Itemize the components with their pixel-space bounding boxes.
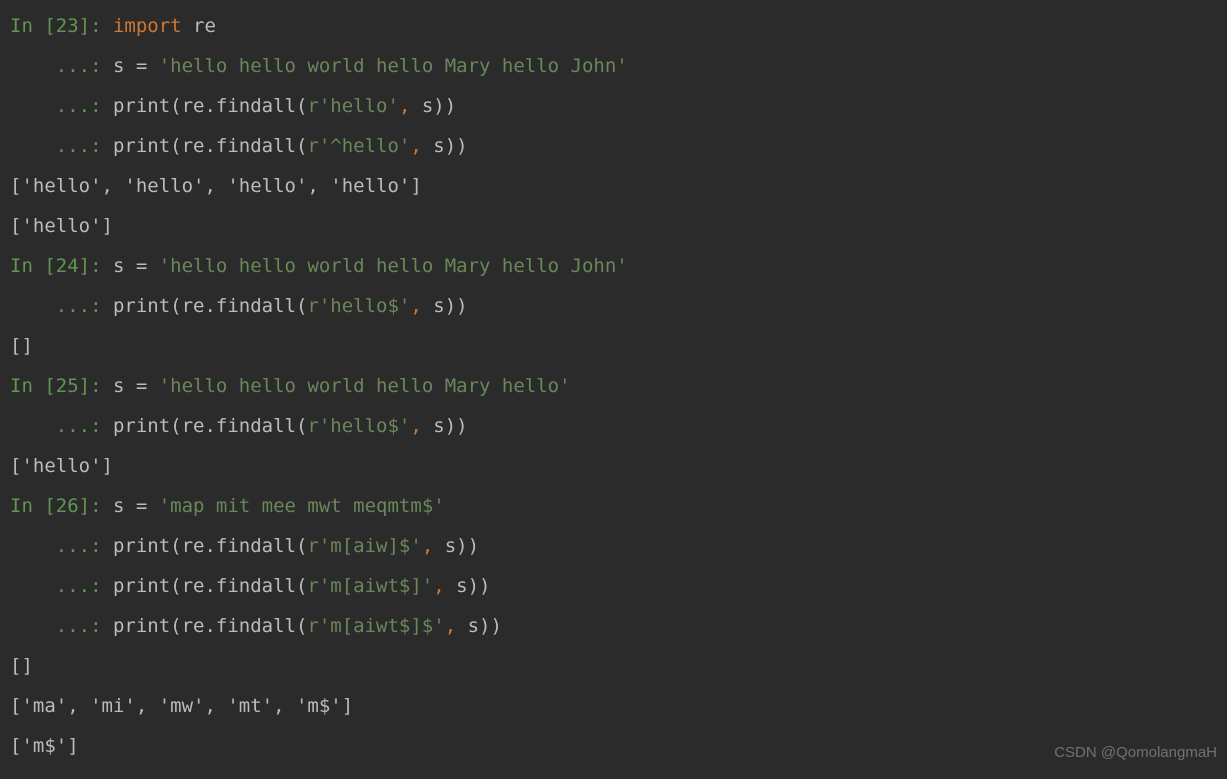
code-token: print(re.findall( xyxy=(113,95,307,117)
input-prompt: In [25]: xyxy=(10,375,113,397)
code-line: ...: print(re.findall(r'm[aiw]$', s)) xyxy=(10,526,1217,566)
code-token: print(re.findall( xyxy=(113,295,307,317)
continuation-prompt: ...: xyxy=(10,135,113,157)
code-token: , xyxy=(410,415,433,437)
continuation-prompt: ...: xyxy=(10,615,113,637)
input-prompt: In [26]: xyxy=(10,495,113,517)
output-line: ['ma', 'mi', 'mw', 'mt', 'm$'] xyxy=(10,686,1217,726)
code-line: In [23]: import re xyxy=(10,6,1217,46)
code-token: s)) xyxy=(468,615,502,637)
code-line: In [26]: s = 'map mit mee mwt meqmtm$' xyxy=(10,486,1217,526)
code-token: s)) xyxy=(422,95,456,117)
output-line: ['hello'] xyxy=(10,206,1217,246)
code-line: ...: print(re.findall(r'm[aiwt$]', s)) xyxy=(10,566,1217,606)
code-token: r'm[aiw]$' xyxy=(307,535,421,557)
output-line: [] xyxy=(10,326,1217,366)
code-token: 'map mit mee mwt meqmtm$' xyxy=(159,495,445,517)
code-token: , xyxy=(422,535,445,557)
code-token: s)) xyxy=(433,295,467,317)
input-prompt: In [23]: xyxy=(10,15,113,37)
code-token: s = xyxy=(113,375,159,397)
code-token: r'm[aiwt$]$' xyxy=(307,615,444,637)
code-token: r'm[aiwt$]' xyxy=(307,575,433,597)
code-token: print(re.findall( xyxy=(113,575,307,597)
code-token: s)) xyxy=(433,135,467,157)
ipython-terminal: In [23]: import re ...: s = 'hello hello… xyxy=(0,0,1227,776)
input-prompt: In [24]: xyxy=(10,255,113,277)
code-line: ...: s = 'hello hello world hello Mary h… xyxy=(10,46,1217,86)
code-line: In [24]: s = 'hello hello world hello Ma… xyxy=(10,246,1217,286)
code-token: s = xyxy=(113,55,159,77)
code-token: r'^hello' xyxy=(307,135,410,157)
output-line: [] xyxy=(10,646,1217,686)
code-token: r'hello$' xyxy=(307,415,410,437)
code-token: s)) xyxy=(445,535,479,557)
code-token: print(re.findall( xyxy=(113,615,307,637)
code-token: print(re.findall( xyxy=(113,135,307,157)
code-token: re xyxy=(182,15,216,37)
code-token: print(re.findall( xyxy=(113,535,307,557)
continuation-prompt: ...: xyxy=(10,415,113,437)
code-token: 'hello hello world hello Mary hello John… xyxy=(159,55,628,77)
continuation-prompt: ...: xyxy=(10,295,113,317)
code-line: ...: print(re.findall(r'hello$', s)) xyxy=(10,406,1217,446)
code-token: s = xyxy=(113,255,159,277)
code-token: print(re.findall( xyxy=(113,415,307,437)
code-token: s)) xyxy=(456,575,490,597)
code-token: import xyxy=(113,15,182,37)
code-token: 'hello hello world hello Mary hello' xyxy=(159,375,571,397)
code-token: , xyxy=(399,95,422,117)
continuation-prompt: ...: xyxy=(10,95,113,117)
code-line: ...: print(re.findall(r'hello', s)) xyxy=(10,86,1217,126)
code-line: ...: print(re.findall(r'm[aiwt$]$', s)) xyxy=(10,606,1217,646)
continuation-prompt: ...: xyxy=(10,575,113,597)
code-token: s)) xyxy=(433,415,467,437)
output-line: ['m$'] xyxy=(10,726,1217,766)
output-line: ['hello'] xyxy=(10,446,1217,486)
code-line: ...: print(re.findall(r'^hello', s)) xyxy=(10,126,1217,166)
code-token: r'hello' xyxy=(307,95,399,117)
code-token: , xyxy=(433,575,456,597)
continuation-prompt: ...: xyxy=(10,55,113,77)
code-token: , xyxy=(410,135,433,157)
watermark: CSDN @QomolangmaH xyxy=(1054,733,1217,773)
continuation-prompt: ...: xyxy=(10,535,113,557)
code-line: ...: print(re.findall(r'hello$', s)) xyxy=(10,286,1217,326)
code-token: s = xyxy=(113,495,159,517)
code-token: 'hello hello world hello Mary hello John… xyxy=(159,255,628,277)
code-token: r'hello$' xyxy=(307,295,410,317)
code-line: In [25]: s = 'hello hello world hello Ma… xyxy=(10,366,1217,406)
output-line: ['hello', 'hello', 'hello', 'hello'] xyxy=(10,166,1217,206)
code-token: , xyxy=(410,295,433,317)
code-token: , xyxy=(445,615,468,637)
